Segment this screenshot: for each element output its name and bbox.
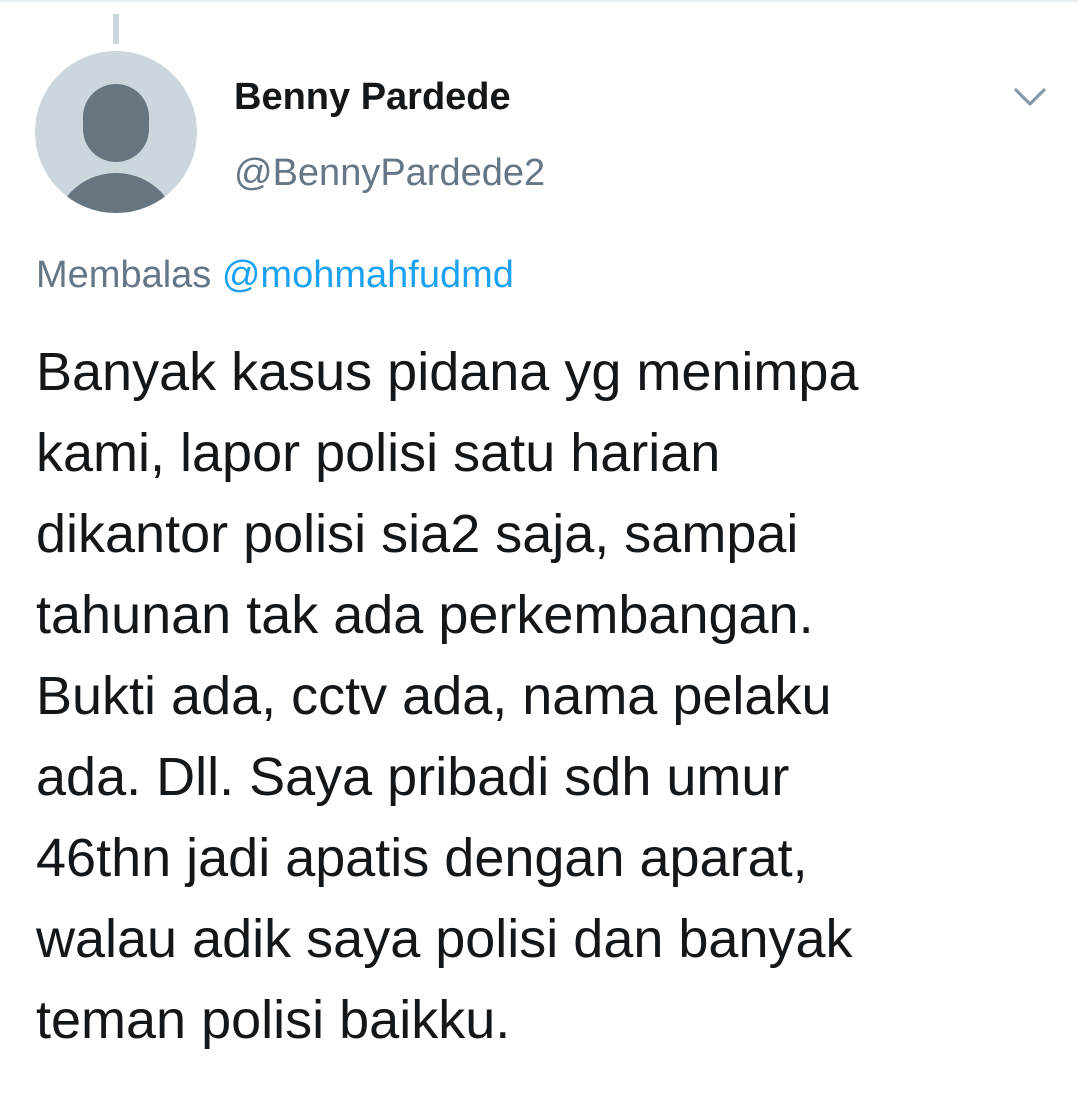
reply-prefix: Membalas xyxy=(36,254,212,296)
tweet-text-line: tahunan tak ada perkembangan. xyxy=(36,585,814,645)
tweet-text: Banyak kasus pidana yg menimpa kami, lap… xyxy=(36,332,1066,1061)
tweet-text-line: teman polisi baikku. xyxy=(36,990,511,1050)
avatar-head-shape xyxy=(83,84,149,162)
tweet-text-line: ada. Dll. Saya pribadi sdh umur xyxy=(36,747,790,807)
avatar-body-shape xyxy=(53,173,179,213)
tweet-text-line: 46thn jadi apatis dengan aparat, xyxy=(36,828,808,888)
tweet-text-line: Banyak kasus pidana yg menimpa xyxy=(36,342,859,402)
chevron-down-icon[interactable] xyxy=(1010,80,1050,114)
tweet-text-line: dikantor polisi sia2 saja, sampai xyxy=(36,504,799,564)
author-display-name[interactable]: Benny Pardede xyxy=(234,76,511,119)
chevron-down-glyph xyxy=(1014,88,1046,106)
tweet-text-line: walau adik saya polisi dan banyak xyxy=(36,909,853,969)
author-handle[interactable]: @BennyPardede2 xyxy=(234,152,545,195)
top-divider xyxy=(0,0,1078,2)
thread-connector-line xyxy=(113,14,119,44)
tweet-text-line: Bukti ada, cctv ada, nama pelaku xyxy=(36,666,832,726)
reply-context: Membalas @mohmahfudmd xyxy=(36,254,514,297)
reply-mention-link[interactable]: @mohmahfudmd xyxy=(222,254,514,296)
tweet-text-line: kami, lapor polisi satu harian xyxy=(36,423,721,483)
avatar[interactable] xyxy=(35,51,197,213)
